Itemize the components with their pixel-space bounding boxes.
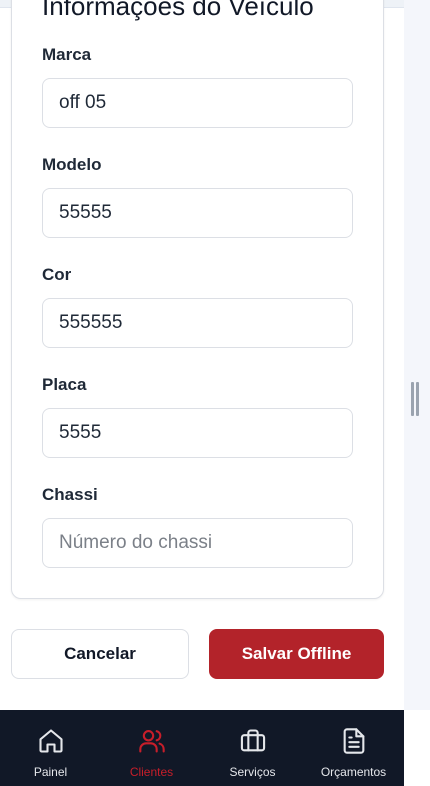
nav-item-orcamentos[interactable]: Orçamentos <box>303 710 404 786</box>
model-input[interactable] <box>42 188 353 238</box>
save-offline-button[interactable]: Salvar Offline <box>209 629 384 679</box>
briefcase-icon <box>240 729 265 752</box>
plate-input[interactable] <box>42 408 353 458</box>
plate-label: Placa <box>42 375 87 394</box>
color-label: Cor <box>42 265 72 284</box>
scroll-gutter <box>404 0 430 710</box>
section-title: Informações do Veículo <box>42 0 314 21</box>
nav-item-clientes[interactable]: Clientes <box>101 710 202 786</box>
nav-label-orcamentos: Orçamentos <box>320 765 387 779</box>
color-input[interactable] <box>42 298 353 348</box>
nav-label-clientes: Clientes <box>129 765 174 779</box>
document-icon <box>343 728 364 754</box>
users-icon <box>138 730 165 753</box>
nav-label-servicos: Serviços <box>229 765 276 779</box>
brand-input[interactable] <box>42 78 353 128</box>
chassis-input[interactable] <box>42 518 353 568</box>
nav-item-servicos[interactable]: Serviços <box>202 710 303 786</box>
cancel-button[interactable]: Cancelar <box>11 629 189 679</box>
resize-handle[interactable] <box>410 382 420 416</box>
bottom-nav: Painel Clientes Serviços Orçamentos <box>0 710 404 786</box>
chassis-label: Chassi <box>42 485 98 504</box>
nav-item-painel[interactable]: Painel <box>0 710 101 786</box>
home-icon <box>38 729 63 753</box>
model-label: Modelo <box>42 155 102 174</box>
brand-label: Marca <box>42 45 92 64</box>
nav-label-painel: Painel <box>33 765 68 779</box>
